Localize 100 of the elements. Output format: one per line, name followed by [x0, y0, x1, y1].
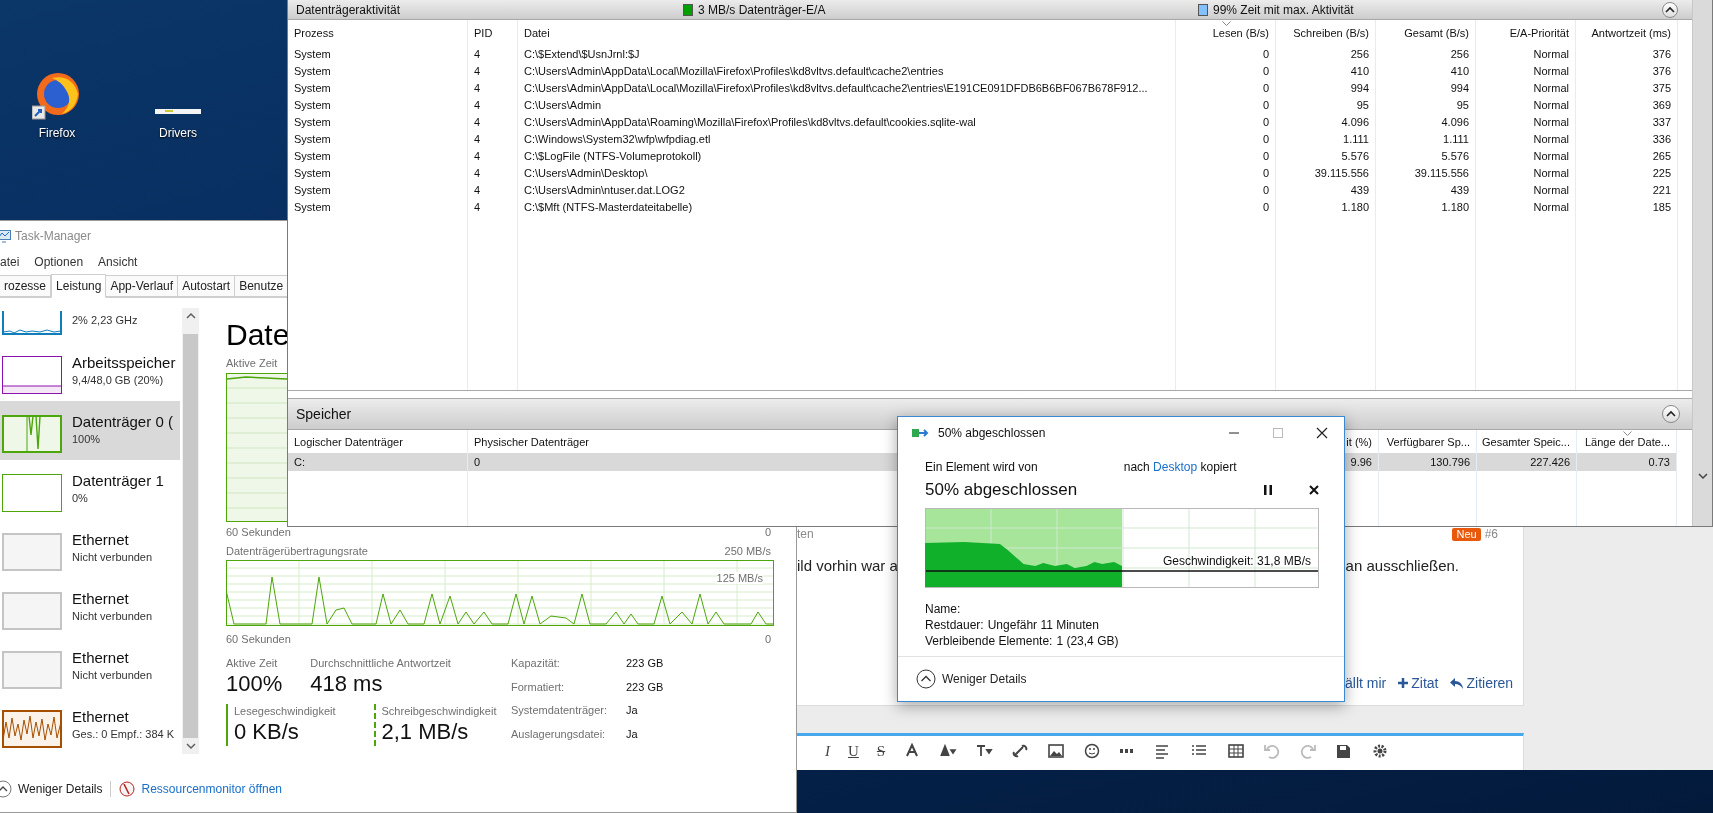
- resource-monitor-link[interactable]: Ressourcenmonitor öffnen: [119, 781, 282, 797]
- font-icon[interactable]: [975, 743, 994, 759]
- column-header[interactable]: E/A-Priorität: [1476, 20, 1576, 45]
- table-cell: 39.115.556: [1276, 164, 1376, 181]
- format-button[interactable]: I: [825, 743, 830, 759]
- panel-header[interactable]: Datenträgeraktivität 3 MB/s Datenträger-E/A 99% Zeit mit max. Aktivität: [288, 0, 1692, 20]
- table-cell: 0: [1176, 164, 1276, 181]
- table-cell: Normal: [1476, 62, 1576, 79]
- table-cell: 0: [1176, 181, 1276, 198]
- property-value: Ja: [626, 703, 639, 718]
- table-cell: 5.576: [1276, 147, 1376, 164]
- device-item[interactable]: Ethernet Nicht verbunden: [0, 519, 180, 578]
- format-button[interactable]: S: [876, 743, 886, 759]
- axis-label: 125 MB/s: [716, 572, 763, 584]
- close-icon: [1309, 485, 1319, 495]
- table-cell: 39.115.556: [1376, 164, 1476, 181]
- device-item[interactable]: Arbeitsspeicher 9,4/48,0 GB (20%): [0, 342, 180, 401]
- column-header[interactable]: PID: [468, 20, 518, 45]
- table-cell: C:\Users\Admin\AppData\Local\Mozilla\Firefox\Profiles\kd8vltvs.default\cache2\entries: [518, 62, 1176, 79]
- table-cell: 375: [1576, 79, 1678, 96]
- tab[interactable]: Benutze: [235, 275, 289, 297]
- panel-title: Datenträgeraktivität: [295, 2, 402, 17]
- destination-link[interactable]: Desktop: [1153, 460, 1198, 474]
- table-cell: 0: [1176, 79, 1276, 96]
- device-item[interactable]: 2% 2,23 GHz: [0, 298, 180, 342]
- table-cell: 4: [468, 113, 518, 130]
- collapse-button[interactable]: [1662, 405, 1680, 423]
- column-header[interactable]: Datei: [518, 20, 1176, 45]
- tab[interactable]: rozesse: [0, 275, 52, 297]
- table-cell: 4: [468, 130, 518, 147]
- table-cell: Normal: [1476, 164, 1576, 181]
- post-action-link[interactable]: Zitieren: [1450, 675, 1514, 691]
- table-cell: Normal: [1476, 147, 1576, 164]
- table-cell: System: [288, 147, 468, 164]
- table-cell: 0: [1176, 96, 1276, 113]
- stat-value: 100%: [226, 670, 283, 698]
- table-cell: System: [288, 45, 468, 62]
- device-item[interactable]: Ethernet Nicht verbunden: [0, 637, 180, 696]
- stat-value: 418 ms: [310, 670, 384, 698]
- pause-icon: [1264, 485, 1272, 495]
- table-cell: 4: [468, 181, 518, 198]
- post-action-link[interactable]: ällt mir: [1345, 675, 1387, 691]
- table-cell: 221: [1576, 181, 1678, 198]
- table-cell: 376: [1576, 45, 1678, 62]
- post-number[interactable]: #6: [1484, 527, 1498, 541]
- table-cell: 0: [1176, 130, 1276, 147]
- device-item[interactable]: Datenträger 1 0%: [0, 460, 180, 519]
- column-header[interactable]: Antwortzeit (ms): [1576, 20, 1678, 45]
- panel-title: Speicher: [295, 406, 353, 422]
- stat-label: Aktive Zeit: [226, 656, 279, 670]
- table-cell: 994: [1376, 79, 1476, 96]
- column-header[interactable]: Prozess: [288, 20, 468, 45]
- text-size-icon[interactable]: [939, 743, 958, 759]
- menu-item[interactable]: atei: [0, 255, 20, 269]
- scroll-down-icon[interactable]: [1697, 472, 1708, 480]
- post-action-link[interactable]: Zitat: [1398, 675, 1439, 691]
- menu-item[interactable]: Ansicht: [98, 255, 138, 269]
- table-cell: 439: [1376, 181, 1476, 198]
- table-cell: C:\Users\Admin\ntuser.dat.LOG2: [518, 181, 1176, 198]
- desktop-icon-label[interactable]: Firefox: [38, 126, 76, 140]
- table-cell: 0: [1176, 113, 1276, 130]
- table-cell: 336: [1576, 130, 1678, 147]
- device-item[interactable]: Datenträger 0 ( 100%: [0, 401, 180, 460]
- app-icon[interactable]: [32, 72, 82, 120]
- fewer-details-button[interactable]: Weniger Details: [916, 669, 1027, 689]
- legend-label: 99% Zeit mit max. Aktivität: [1213, 2, 1354, 17]
- stat-value: 0 KB/s: [234, 718, 300, 746]
- format-button[interactable]: U: [848, 743, 859, 759]
- chevron-icon: [1665, 5, 1675, 14]
- menu-item[interactable]: Optionen: [34, 255, 84, 269]
- column-header[interactable]: Lesen (B/s): [1176, 20, 1276, 45]
- collapse-button[interactable]: [1662, 1, 1678, 18]
- desktop-icon-label[interactable]: Drivers: [159, 126, 197, 140]
- table-cell: C:\Windows\System32\wfp\wfpdiag.etl: [518, 130, 1176, 147]
- tab[interactable]: App-Verlauf: [106, 275, 179, 297]
- smiley-icon[interactable]: [1083, 743, 1102, 759]
- stat-label: Lesegeschwindigkeit: [234, 704, 336, 718]
- table-cell: 4: [468, 164, 518, 181]
- detail-label: Name:: [925, 602, 961, 616]
- table-icon[interactable]: [1227, 743, 1246, 759]
- image-icon[interactable]: [1047, 743, 1066, 759]
- table-cell: 227.426: [1477, 453, 1577, 471]
- table-cell: C:\$Mft (NTFS-Masterdateitabelle): [518, 198, 1176, 215]
- post-meta: ten: [797, 527, 814, 541]
- tab[interactable]: Leistung: [51, 274, 107, 298]
- thumbnail-icon[interactable]: [155, 109, 201, 114]
- column-header[interactable]: Gesamt (B/s): [1376, 20, 1476, 45]
- column-header[interactable]: Schreiben (B/s): [1276, 20, 1376, 45]
- table-cell: 0: [1176, 45, 1276, 62]
- axis-label: 60 Sekunden: [226, 632, 291, 646]
- table-cell: C:\Users\Admin\AppData\Roaming\Mozilla\Firefox\Profiles\kd8vltvs.default\cookies.sqlite-wal: [518, 113, 1176, 130]
- tab[interactable]: Autostart: [178, 275, 236, 297]
- table-cell: System: [288, 96, 468, 113]
- fewer-details-button[interactable]: Weniger Details: [0, 780, 103, 798]
- scroll-bar[interactable]: [182, 308, 199, 754]
- device-item[interactable]: Ethernet Ges.: 0 Empf.: 384 K: [0, 696, 180, 755]
- table-cell: Normal: [1476, 130, 1576, 147]
- scroll-bar[interactable]: [1692, 0, 1712, 526]
- property-label: Formatiert:: [511, 679, 566, 695]
- device-item[interactable]: Ethernet Nicht verbunden: [0, 578, 180, 637]
